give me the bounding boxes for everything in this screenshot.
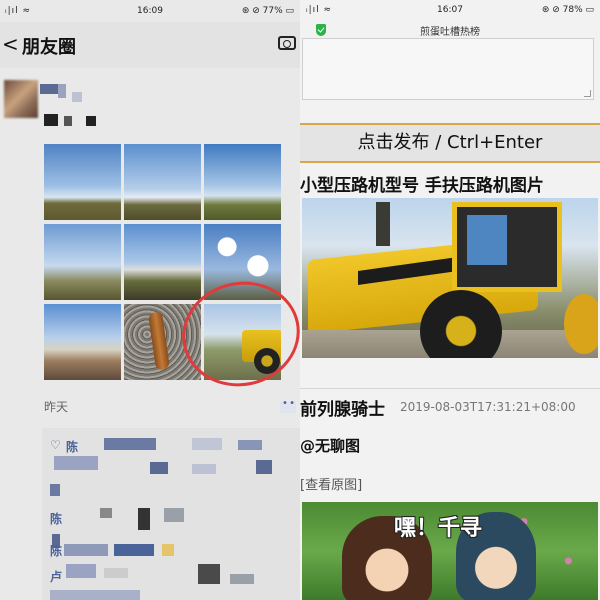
photo-thumbnail[interactable] — [44, 304, 121, 380]
photo-thumbnail[interactable] — [124, 224, 201, 300]
anime-gif[interactable]: 嘿！千寻 — [302, 502, 598, 600]
moments-header: < 朋友圈 — [0, 22, 300, 68]
comment-mosaic — [54, 456, 98, 470]
post-date: 昨天 — [44, 400, 69, 414]
comment-author[interactable]: 陈 — [50, 510, 62, 527]
comment-mosaic — [138, 508, 150, 530]
comment-mosaic — [256, 460, 272, 474]
view-original-link[interactable]: [查看原图] — [300, 474, 362, 493]
post-text-mosaic — [44, 114, 58, 126]
comment-mosaic — [192, 438, 222, 450]
camera-icon[interactable] — [278, 36, 296, 50]
page-title: 煎蛋吐槽热榜 — [420, 27, 480, 38]
comment-author[interactable]: 卢 — [50, 568, 62, 585]
road-roller-photo[interactable] — [302, 198, 598, 358]
right-panel-jandan: ᵢ|ıl ≈ 16:07 ⊛ ⊘ 78% ▭ 煎蛋吐槽热榜 点击发布 / Ctr… — [300, 0, 600, 600]
post-datetime: 2019-08-03T17:31:21+08:00 — [400, 400, 576, 414]
battery-icon: ⊛ ⊘ 77% ▭ — [241, 6, 294, 16]
comment-mosaic — [50, 484, 60, 496]
comment-mosaic — [162, 544, 174, 556]
submit-button[interactable]: 点击发布 / Ctrl+Enter — [300, 123, 600, 163]
comment-mosaic — [198, 564, 220, 584]
comments-section: ♡ 陈 陈 陈 卢 — [42, 428, 300, 600]
like-icon: ♡ — [50, 438, 61, 452]
post-text-mosaic — [86, 116, 96, 126]
post-divider — [300, 388, 600, 389]
photo-thumbnail[interactable] — [44, 144, 121, 220]
comment-mosaic — [164, 508, 184, 522]
photo-thumbnail[interactable] — [124, 144, 201, 220]
back-icon[interactable]: < — [2, 32, 19, 56]
comment-mosaic — [114, 544, 154, 556]
comment-author[interactable]: 陈 — [50, 542, 62, 559]
avatar[interactable] — [4, 80, 38, 118]
more-options-icon[interactable] — [280, 398, 296, 413]
comment-mosaic — [50, 590, 140, 600]
left-panel-moments: ᵢ|ıl ≈ 16:09 ⊛ ⊘ 77% ▭ < 朋友圈 昨天 ♡ 陈 — [0, 0, 300, 600]
page-title: 朋友圈 — [22, 37, 76, 58]
username-mosaic — [58, 84, 66, 98]
status-bar-left: ᵢ|ıl ≈ 16:09 ⊛ ⊘ 77% ▭ — [0, 0, 300, 22]
comment-author[interactable]: 陈 — [66, 438, 78, 455]
username-mosaic — [40, 84, 58, 94]
comment-mosaic — [230, 574, 254, 584]
post-title: 小型压路机型号 手扶压路机图片 — [300, 176, 544, 196]
photo-exhaust-stack — [376, 202, 390, 246]
comment-mosaic — [64, 544, 108, 556]
photo-roller-cab — [452, 202, 562, 292]
comment-mosaic — [192, 464, 216, 474]
battery-icon: ⊛ ⊘ 78% ▭ — [541, 5, 594, 15]
post-category[interactable]: @无聊图 — [300, 435, 360, 456]
username-mosaic — [72, 92, 82, 102]
post-author[interactable]: 前列腺骑士 — [300, 395, 385, 420]
comment-mosaic — [150, 462, 168, 474]
photo-thumbnail[interactable] — [44, 224, 121, 300]
post-text-mosaic — [64, 116, 72, 126]
status-bar-right: ᵢ|ıl ≈ 16:07 ⊛ ⊘ 78% ▭ — [300, 0, 600, 18]
photo-thumbnail[interactable] — [204, 144, 281, 220]
gif-caption: 嘿！千寻 — [394, 516, 483, 541]
photo-roller-drum — [564, 294, 598, 354]
comment-mosaic — [66, 564, 96, 578]
comment-mosaic — [104, 568, 128, 578]
comment-mosaic — [104, 438, 156, 450]
comment-mosaic — [100, 508, 112, 518]
comment-textarea[interactable] — [302, 38, 594, 100]
comment-mosaic — [238, 440, 262, 450]
